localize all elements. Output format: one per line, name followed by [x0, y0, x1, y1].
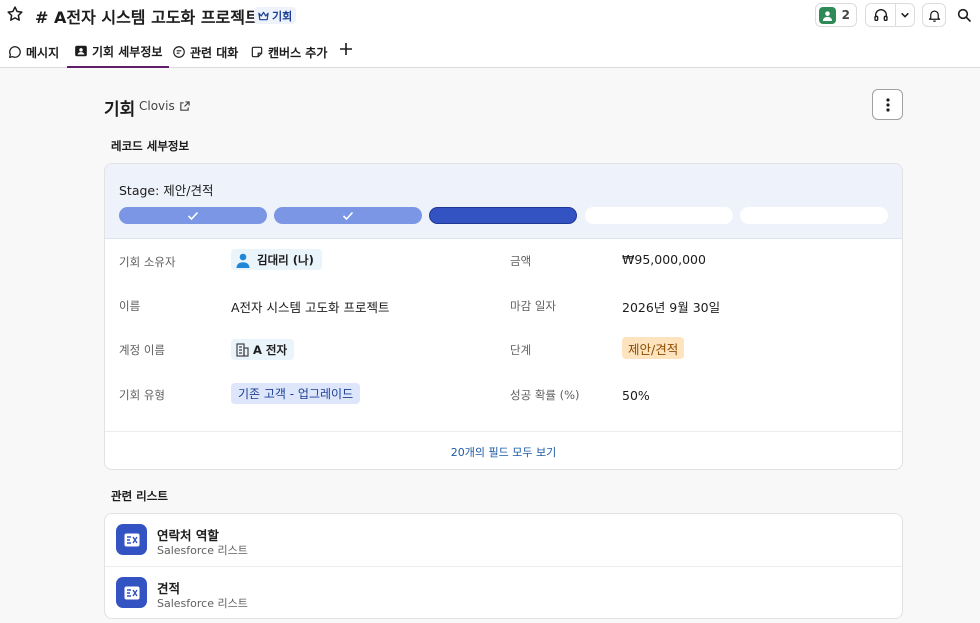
type-chip: 기존 고객 - 업그레이드	[231, 383, 361, 404]
stage-segment-2[interactable]	[274, 207, 422, 224]
stage-segment-3-current[interactable]	[429, 207, 577, 224]
owner-value: 김대리 (나)	[257, 252, 314, 267]
stage-segment-5[interactable]	[740, 207, 888, 224]
chevron-down-icon[interactable]	[896, 10, 914, 20]
canvas-icon	[251, 46, 263, 58]
close-date-value: 2026년 9월 30일	[622, 300, 721, 315]
crown-icon	[258, 11, 269, 20]
external-link-icon	[179, 100, 190, 111]
check-icon	[187, 211, 199, 220]
search-icon[interactable]	[954, 5, 974, 25]
stage-segment-1[interactable]	[119, 207, 267, 224]
related-lists-card: 연락처 역할 Salesforce 리스트 견적 Salesforce 리스트	[104, 513, 903, 619]
tab-add-canvas[interactable]: 캔버스 추가	[250, 36, 327, 68]
tab-label: 관련 대화	[190, 45, 239, 60]
salesforce-list-icon	[116, 524, 147, 555]
more-vertical-icon	[885, 97, 890, 112]
probability-label: 성공 확률 (%)	[510, 388, 580, 402]
record-source-label: Clovis	[139, 99, 175, 113]
stage-field-label: 단계	[510, 343, 532, 357]
stage-segment-4[interactable]	[585, 207, 733, 224]
add-tab-plus-icon[interactable]	[339, 42, 355, 58]
name-value: A전자 시스템 고도화 프로젝트	[231, 300, 390, 315]
headphones-icon[interactable]	[866, 4, 896, 26]
type-label: 기회 유형	[119, 388, 165, 402]
tab-label: 기회 세부정보	[92, 44, 163, 59]
account-label: 계정 이름	[119, 343, 165, 357]
notifications-bell-icon[interactable]	[922, 3, 946, 27]
opportunity-badge[interactable]: 기회	[254, 7, 297, 24]
chat-bubble-icon	[8, 46, 21, 59]
record-card-icon	[75, 45, 87, 57]
owner-chip[interactable]: 김대리 (나)	[231, 249, 322, 270]
probability-value: 50%	[622, 388, 650, 403]
tab-opportunity-details[interactable]: 기회 세부정보	[67, 36, 170, 68]
channel-title[interactable]: # A전자 시스템 고도화 프로젝트	[35, 4, 260, 28]
member-avatar-icon	[819, 6, 836, 24]
amount-label: 금액	[510, 254, 532, 268]
building-icon	[236, 342, 249, 357]
check-icon	[342, 211, 354, 220]
huddle-button[interactable]	[865, 3, 915, 27]
owner-label: 기회 소유자	[119, 255, 176, 269]
list-item-subtitle: Salesforce 리스트	[157, 544, 248, 557]
related-lists-heading: 관련 리스트	[111, 489, 168, 503]
stage-progress: Stage: 제안/견적	[105, 164, 902, 239]
record-details-heading: 레코드 세부정보	[111, 139, 190, 153]
list-item-subtitle: Salesforce 리스트	[157, 597, 248, 610]
star-icon[interactable]	[6, 5, 26, 25]
close-date-label: 마감 일자	[510, 299, 556, 313]
record-details-card: Stage: 제안/견적 기회 소유자 김대리 (나) 이름 A전자 시스템 고…	[104, 163, 903, 470]
conversation-icon	[173, 46, 185, 58]
list-item[interactable]: 견적 Salesforce 리스트	[105, 566, 902, 618]
account-chip[interactable]: A 전자	[231, 339, 295, 360]
amount-value: ₩95,000,000	[622, 252, 706, 267]
stage-chip: 제안/견적	[622, 337, 685, 359]
user-icon	[236, 253, 250, 268]
tab-related-conversations[interactable]: 관련 대화	[172, 36, 238, 68]
salesforce-list-icon	[116, 577, 147, 608]
record-source-link[interactable]: Clovis	[139, 99, 190, 113]
members-button[interactable]: 2	[815, 3, 857, 27]
tab-label: 캔버스 추가	[268, 45, 328, 60]
record-title: 기회	[104, 100, 136, 120]
member-count: 2	[841, 8, 850, 22]
tab-messages[interactable]: 메시지	[8, 36, 59, 68]
list-item[interactable]: 연락처 역할 Salesforce 리스트	[105, 514, 902, 566]
account-value: A 전자	[253, 342, 288, 357]
name-label: 이름	[119, 299, 141, 313]
tab-label: 메시지	[26, 45, 60, 60]
stage-label: Stage: 제안/견적	[119, 183, 214, 198]
view-all-fields-link[interactable]: 20개의 필드 모두 보기	[105, 431, 902, 469]
channel-header: # A전자 시스템 고도화 프로젝트 기회 2 메시지 기회 세부정보 관련 대…	[0, 0, 980, 68]
title-bar: # A전자 시스템 고도화 프로젝트 기회 2	[0, 0, 980, 32]
more-actions-button[interactable]	[872, 89, 903, 120]
badge-label: 기회	[272, 9, 293, 23]
